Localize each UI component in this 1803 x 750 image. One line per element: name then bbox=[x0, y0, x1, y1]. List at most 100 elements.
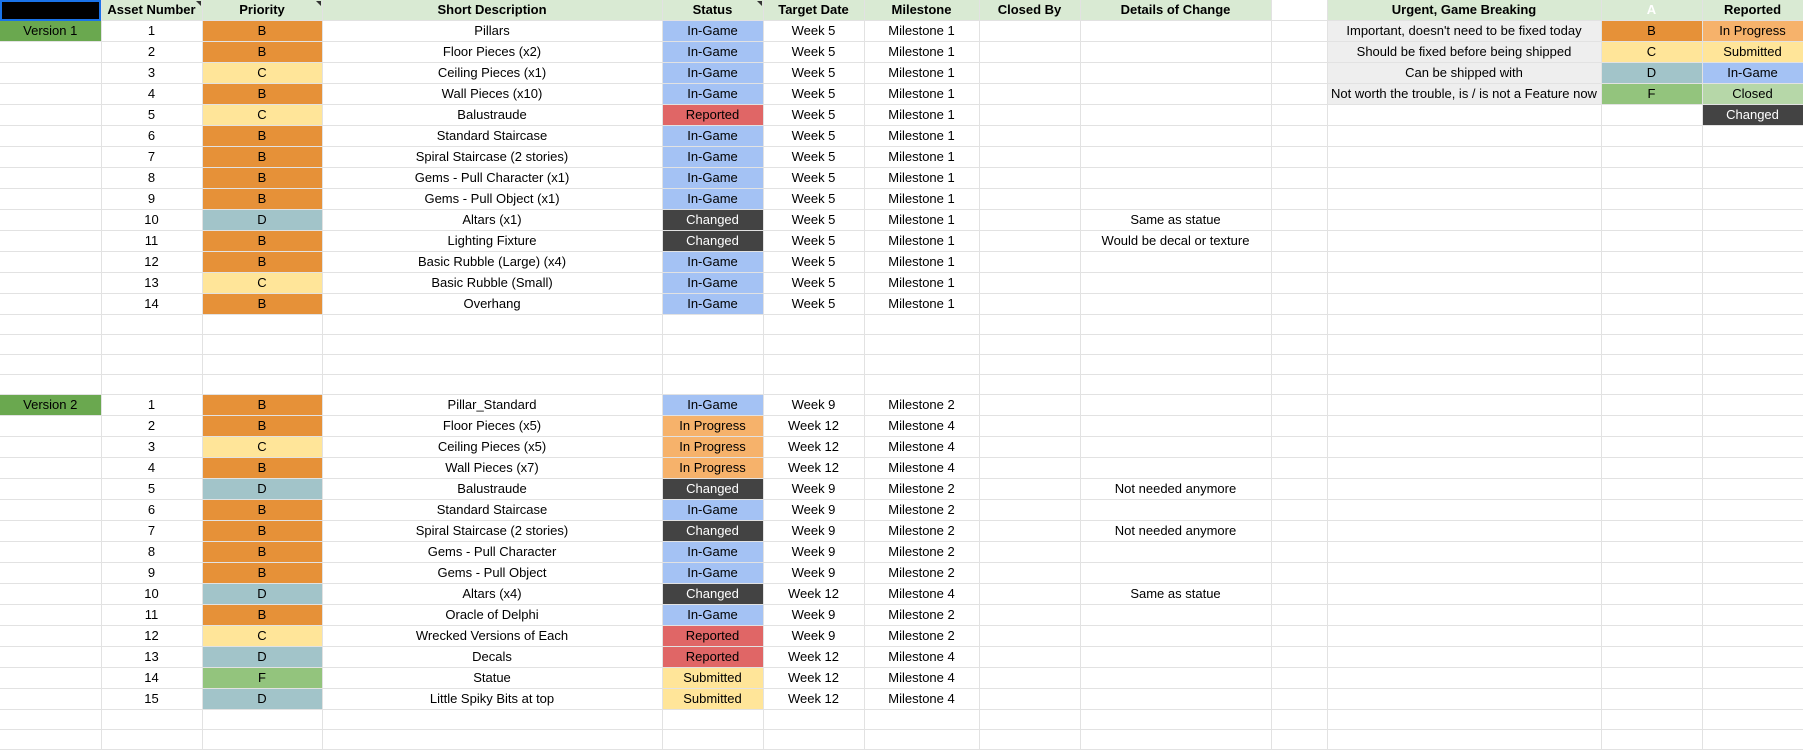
details-cell[interactable]: Not needed anymore bbox=[1080, 520, 1272, 542]
target-date-cell[interactable]: Week 9 bbox=[763, 625, 865, 647]
milestone-cell[interactable]: Milestone 1 bbox=[864, 272, 980, 294]
header-asset-number[interactable]: Asset Number bbox=[101, 0, 203, 21]
description-cell[interactable] bbox=[322, 709, 663, 730]
status-cell[interactable]: In Progress bbox=[662, 436, 764, 458]
closed-by-cell[interactable] bbox=[979, 667, 1081, 689]
priority-cell[interactable]: B bbox=[202, 541, 323, 563]
blank-cell[interactable] bbox=[1271, 499, 1328, 521]
closed-by-cell[interactable] bbox=[979, 62, 1081, 84]
milestone-cell[interactable]: Milestone 1 bbox=[864, 41, 980, 63]
asset-number-cell[interactable]: 9 bbox=[101, 562, 203, 584]
details-cell[interactable] bbox=[1080, 709, 1272, 730]
description-cell[interactable] bbox=[322, 354, 663, 375]
blank-cell[interactable] bbox=[1702, 374, 1803, 395]
legend-priority-cell[interactable]: B bbox=[1601, 20, 1703, 42]
version-cell[interactable] bbox=[0, 499, 102, 521]
priority-cell[interactable]: B bbox=[202, 83, 323, 105]
status-cell[interactable]: In-Game bbox=[662, 188, 764, 210]
legend-priority-cell[interactable]: D bbox=[1601, 62, 1703, 84]
priority-cell[interactable]: B bbox=[202, 562, 323, 584]
blank-cell[interactable] bbox=[1601, 499, 1703, 521]
priority-cell[interactable]: B bbox=[202, 293, 323, 315]
target-date-cell[interactable]: Week 12 bbox=[763, 457, 865, 479]
legend-status-cell[interactable]: In Progress bbox=[1702, 20, 1803, 42]
description-cell[interactable]: Statue bbox=[322, 667, 663, 689]
asset-number-cell[interactable]: 14 bbox=[101, 293, 203, 315]
description-cell[interactable]: Altars (x4) bbox=[322, 583, 663, 605]
blank-cell[interactable] bbox=[1601, 583, 1703, 605]
closed-by-cell[interactable] bbox=[979, 415, 1081, 437]
milestone-cell[interactable]: Milestone 1 bbox=[864, 188, 980, 210]
description-cell[interactable]: Gems - Pull Object bbox=[322, 562, 663, 584]
version-cell[interactable] bbox=[0, 251, 102, 273]
closed-by-cell[interactable] bbox=[979, 334, 1081, 355]
details-cell[interactable] bbox=[1080, 415, 1272, 437]
closed-by-cell[interactable] bbox=[979, 478, 1081, 500]
milestone-cell[interactable] bbox=[864, 374, 980, 395]
closed-by-cell[interactable] bbox=[979, 625, 1081, 647]
priority-cell[interactable]: C bbox=[202, 272, 323, 294]
asset-number-cell[interactable]: 6 bbox=[101, 499, 203, 521]
target-date-cell[interactable]: Week 9 bbox=[763, 499, 865, 521]
blank-cell[interactable] bbox=[1327, 667, 1602, 689]
milestone-cell[interactable]: Milestone 1 bbox=[864, 104, 980, 126]
closed-by-cell[interactable] bbox=[979, 209, 1081, 231]
milestone-cell[interactable]: Milestone 1 bbox=[864, 20, 980, 42]
version-cell[interactable] bbox=[0, 62, 102, 84]
legend-description-cell[interactable] bbox=[1327, 104, 1602, 126]
description-cell[interactable]: Overhang bbox=[322, 293, 663, 315]
blank-cell[interactable] bbox=[1327, 125, 1602, 147]
status-cell[interactable]: In-Game bbox=[662, 293, 764, 315]
description-cell[interactable] bbox=[322, 374, 663, 395]
version-cell[interactable] bbox=[0, 688, 102, 710]
priority-cell[interactable]: D bbox=[202, 583, 323, 605]
description-cell[interactable]: Wall Pieces (x7) bbox=[322, 457, 663, 479]
asset-number-cell[interactable]: 11 bbox=[101, 230, 203, 252]
details-cell[interactable] bbox=[1080, 146, 1272, 168]
legend-status-cell[interactable]: In-Game bbox=[1702, 62, 1803, 84]
blank-cell[interactable] bbox=[1327, 188, 1602, 210]
status-cell[interactable]: In-Game bbox=[662, 541, 764, 563]
version-cell[interactable] bbox=[0, 104, 102, 126]
blank-cell[interactable] bbox=[1702, 415, 1803, 437]
closed-by-cell[interactable] bbox=[979, 251, 1081, 273]
blank-cell[interactable] bbox=[1601, 625, 1703, 647]
closed-by-cell[interactable] bbox=[979, 354, 1081, 375]
target-date-cell[interactable]: Week 12 bbox=[763, 436, 865, 458]
details-cell[interactable] bbox=[1080, 562, 1272, 584]
details-cell[interactable]: Would be decal or texture bbox=[1080, 230, 1272, 252]
version-cell[interactable] bbox=[0, 83, 102, 105]
details-cell[interactable] bbox=[1080, 688, 1272, 710]
target-date-cell[interactable]: Week 12 bbox=[763, 667, 865, 689]
asset-number-cell[interactable] bbox=[101, 334, 203, 355]
blank-cell[interactable] bbox=[1601, 188, 1703, 210]
blank-cell[interactable] bbox=[1271, 209, 1328, 231]
blank-cell[interactable] bbox=[1271, 415, 1328, 437]
target-date-cell[interactable] bbox=[763, 729, 865, 750]
blank-cell[interactable] bbox=[1702, 314, 1803, 335]
blank-cell[interactable] bbox=[1271, 688, 1328, 710]
status-cell[interactable]: In-Game bbox=[662, 62, 764, 84]
milestone-cell[interactable]: Milestone 1 bbox=[864, 230, 980, 252]
version-cell[interactable] bbox=[0, 729, 102, 750]
blank-cell[interactable] bbox=[1271, 334, 1328, 355]
version-cell[interactable] bbox=[0, 188, 102, 210]
asset-number-cell[interactable]: 15 bbox=[101, 688, 203, 710]
blank-cell[interactable] bbox=[1601, 209, 1703, 231]
priority-cell[interactable]: B bbox=[202, 188, 323, 210]
closed-by-cell[interactable] bbox=[979, 729, 1081, 750]
blank-cell[interactable] bbox=[1327, 457, 1602, 479]
priority-cell[interactable]: B bbox=[202, 20, 323, 42]
milestone-cell[interactable] bbox=[864, 709, 980, 730]
status-cell[interactable]: Reported bbox=[662, 625, 764, 647]
status-cell[interactable]: In-Game bbox=[662, 272, 764, 294]
milestone-cell[interactable]: Milestone 1 bbox=[864, 167, 980, 189]
details-cell[interactable] bbox=[1080, 62, 1272, 84]
blank-cell[interactable] bbox=[1271, 520, 1328, 542]
closed-by-cell[interactable] bbox=[979, 562, 1081, 584]
version-cell[interactable] bbox=[0, 125, 102, 147]
target-date-cell[interactable]: Week 5 bbox=[763, 272, 865, 294]
priority-cell[interactable]: C bbox=[202, 62, 323, 84]
version-cell[interactable] bbox=[0, 314, 102, 335]
version-cell[interactable] bbox=[0, 374, 102, 395]
